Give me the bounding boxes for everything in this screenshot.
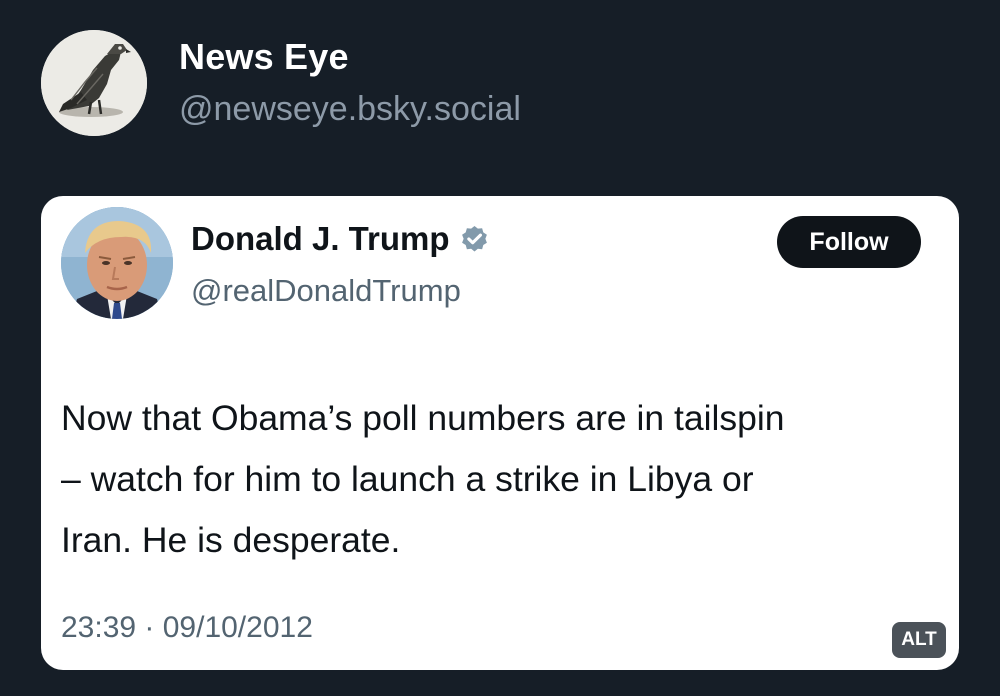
follow-button: Follow (777, 216, 921, 268)
tweet-timestamp: 23:39 · 09/10/2012 (61, 611, 313, 644)
embedded-tweet-image[interactable]: Donald J. Trump @realDonaldTrump Follow … (41, 196, 959, 670)
tweet-author-avatar (61, 207, 173, 319)
tweet-author-handle: @realDonaldTrump (191, 273, 461, 308)
author-avatar[interactable] (41, 30, 147, 136)
author-display-name[interactable]: News Eye (179, 36, 349, 78)
verified-badge-icon (461, 225, 487, 252)
eagle-icon (41, 30, 147, 136)
tweet-author-row: Donald J. Trump (191, 220, 490, 258)
post-author-header: News Eye @newseye.bsky.social (0, 0, 1000, 190)
profile-photo-icon (61, 207, 173, 319)
tweet-author-name: Donald J. Trump (191, 220, 450, 257)
tweet-text: Now that Obama’s poll numbers are in tai… (61, 398, 785, 560)
alt-text-badge[interactable]: ALT (892, 622, 946, 658)
author-handle[interactable]: @newseye.bsky.social (179, 90, 521, 129)
